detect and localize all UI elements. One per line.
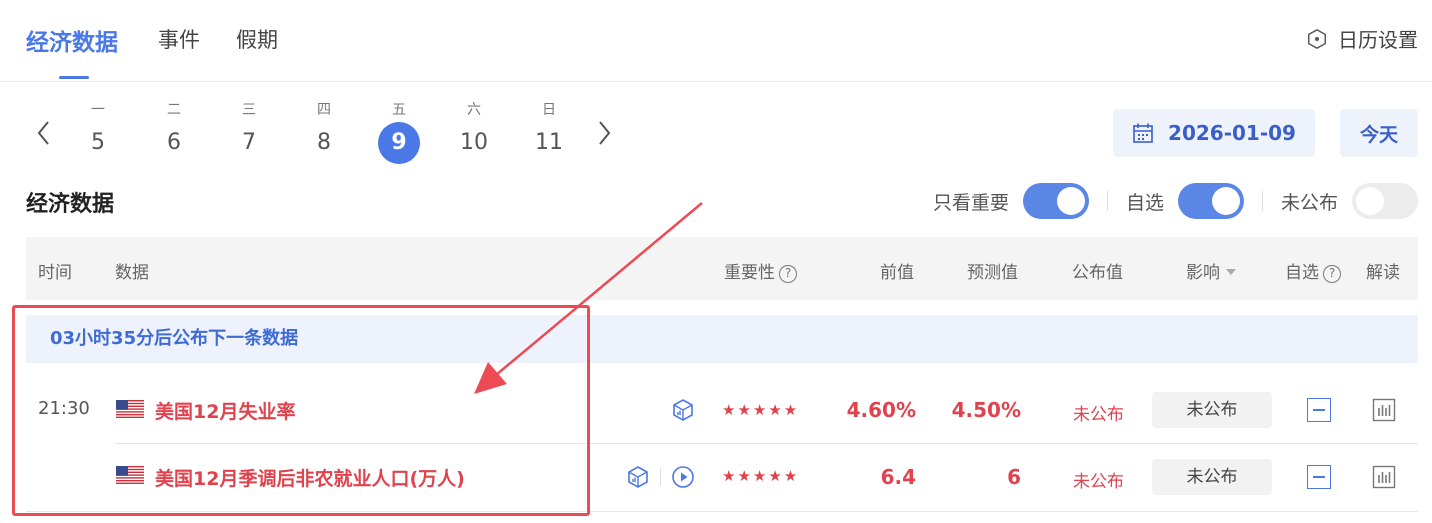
active-tab-indicator — [59, 76, 89, 79]
day-fri-selected[interactable]: 五 9 — [377, 100, 421, 164]
tab-economic-data[interactable]: 经济数据 — [26, 23, 118, 57]
header-impact-label: 影响 — [1186, 263, 1220, 283]
weekday-label: 四 — [317, 102, 331, 118]
calendar-settings-button[interactable]: 日历设置 — [1306, 24, 1418, 53]
weekday-label: 二 — [167, 102, 181, 118]
divider — [1261, 191, 1263, 211]
day-thu[interactable]: 四 8 — [302, 100, 346, 164]
header-data: 数据 — [115, 263, 149, 283]
unpublished-filter-toggle[interactable] — [1352, 183, 1418, 219]
day-wed[interactable]: 三 7 — [227, 100, 271, 164]
event-name-link[interactable]: 美国12月失业率 — [155, 397, 295, 424]
remove-watchlist-button[interactable] — [1307, 398, 1331, 422]
day-mon[interactable]: 一 5 — [76, 100, 120, 164]
filter-toggles: 只看重要 自选 未公布 — [933, 183, 1418, 219]
sort-caret-icon — [1226, 269, 1236, 275]
help-icon[interactable]: ? — [1323, 265, 1341, 283]
table-header: 时间 数据 重要性? 前值 预测值 公布值 影响 自选? 解读 — [26, 237, 1418, 300]
header-watchlist: 自选? — [1285, 258, 1341, 283]
next-release-countdown: 03小时35分后公布下一条数据 — [26, 315, 1418, 363]
header-actual: 公布值 — [1072, 263, 1123, 283]
play-video-icon[interactable] — [671, 465, 695, 489]
weekday-label: 三 — [242, 102, 256, 118]
unpublished-filter-label: 未公布 — [1280, 191, 1338, 214]
header-importance: 重要性? — [724, 258, 797, 283]
section-title: 经济数据 — [26, 192, 115, 217]
toggle-knob — [1211, 187, 1240, 215]
analysis-chart-icon[interactable] — [1372, 465, 1396, 489]
header-watchlist-label: 自选 — [1285, 263, 1319, 283]
actual-value: 未公布 — [1073, 405, 1124, 425]
day-number: 7 — [242, 130, 256, 155]
impact-badge: 未公布 — [1152, 392, 1272, 428]
watchlist-filter-label: 自选 — [1125, 191, 1164, 214]
header-analysis: 解读 — [1366, 263, 1400, 283]
row-divider — [115, 443, 1418, 444]
header-time: 时间 — [38, 263, 72, 283]
weekday-label: 日 — [542, 102, 556, 118]
day-number: 10 — [460, 130, 488, 155]
important-only-label: 只看重要 — [932, 191, 1009, 214]
day-number: 5 — [91, 130, 105, 155]
top-tab-bar: 经济数据 事件 假期 日历设置 — [0, 0, 1432, 82]
help-icon[interactable]: ? — [779, 265, 797, 283]
settings-hexagon-icon — [1308, 28, 1326, 49]
date-picker-value: 2026-01-09 — [1168, 121, 1296, 145]
data-cube-icon[interactable] — [671, 398, 695, 422]
day-sun[interactable]: 日 11 — [527, 100, 571, 164]
divider — [660, 468, 661, 486]
actual-value: 未公布 — [1073, 472, 1124, 492]
day-tue[interactable]: 二 6 — [152, 100, 196, 164]
data-cube-icon[interactable] — [626, 465, 650, 489]
tab-holidays[interactable]: 假期 — [236, 24, 278, 54]
day-number: 6 — [167, 130, 181, 155]
toggle-knob — [1056, 187, 1085, 215]
previous-value: 4.60% — [846, 398, 916, 422]
row-divider — [26, 511, 1418, 512]
remove-watchlist-button[interactable] — [1307, 465, 1331, 489]
header-impact[interactable]: 影响 — [1186, 258, 1236, 283]
today-button[interactable]: 今天 — [1340, 109, 1418, 157]
divider — [1106, 191, 1108, 211]
us-flag-icon — [116, 400, 144, 418]
day-number: 8 — [317, 130, 331, 155]
header-previous: 前值 — [880, 263, 914, 283]
date-picker-button[interactable]: 2026-01-09 — [1113, 109, 1315, 157]
weekday-label: 五 — [392, 102, 406, 118]
header-forecast: 预测值 — [967, 263, 1018, 283]
impact-badge: 未公布 — [1152, 459, 1272, 495]
analysis-chart-icon[interactable] — [1372, 398, 1396, 422]
day-sat[interactable]: 六 10 — [452, 100, 496, 164]
forecast-value: 6 — [1007, 465, 1021, 489]
weekday-label: 六 — [467, 102, 481, 118]
us-flag-icon — [116, 466, 144, 484]
header-importance-label: 重要性 — [724, 263, 775, 283]
prev-week-chevron-icon[interactable] — [33, 118, 55, 148]
calendar-icon — [1133, 123, 1153, 143]
event-name-link[interactable]: 美国12月季调后非农就业人口(万人) — [155, 464, 465, 491]
toggle-knob — [1356, 187, 1384, 215]
event-time: 21:30 — [38, 398, 90, 419]
weekday-label: 一 — [91, 102, 105, 118]
tab-events[interactable]: 事件 — [158, 24, 200, 54]
next-week-chevron-icon[interactable] — [593, 118, 615, 148]
previous-value: 6.4 — [880, 465, 916, 489]
importance-stars: ★★★★★ — [722, 467, 800, 485]
day-number: 9 — [378, 122, 420, 164]
important-only-toggle[interactable] — [1022, 183, 1089, 219]
day-number: 11 — [535, 130, 563, 155]
importance-stars: ★★★★★ — [722, 401, 800, 419]
watchlist-filter-toggle[interactable] — [1177, 183, 1244, 219]
calendar-settings-label: 日历设置 — [1338, 28, 1418, 52]
forecast-value: 4.50% — [951, 398, 1021, 422]
